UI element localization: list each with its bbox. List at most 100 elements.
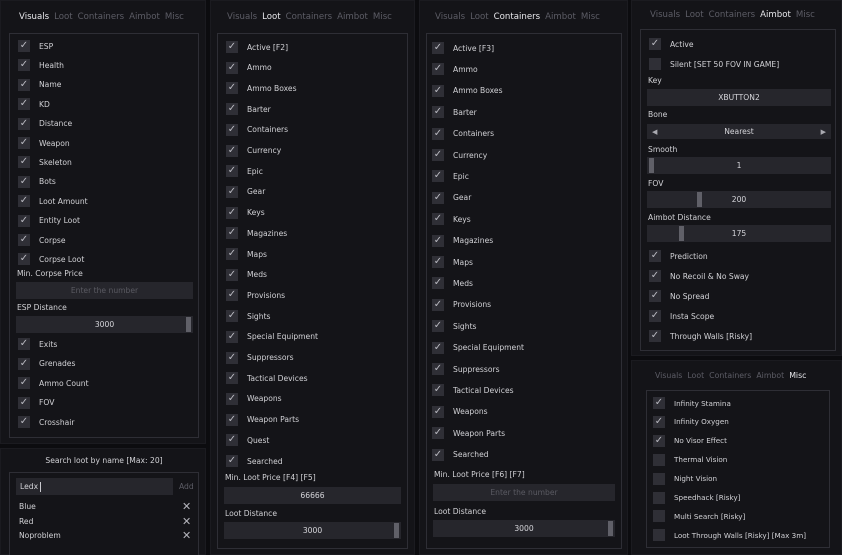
suppressors-checkbox[interactable]: ✓	[432, 363, 444, 375]
misc-list-row-loot-through-walls-risky-max-3m[interactable]: Loot Through Walls [Risky] [Max 3m]	[653, 529, 806, 542]
loot-list-row-meds[interactable]: ✓ Meds	[226, 268, 267, 281]
keys-checkbox[interactable]: ✓	[226, 206, 238, 219]
close-icon[interactable]: ✕	[182, 501, 191, 512]
loot-list-row-provisions[interactable]: ✓ Provisions	[226, 289, 285, 302]
gear-checkbox[interactable]: ✓	[226, 185, 238, 198]
misc-list-row-infinity-stamina[interactable]: ✓ Infinity Stamina	[653, 397, 731, 409]
arrow-right-icon[interactable]: ▶	[821, 124, 826, 139]
loot-list-row-searched[interactable]: ✓ Searched	[226, 455, 283, 467]
close-icon[interactable]: ✕	[182, 530, 191, 541]
loot-through-walls-risky-max-3m-checkbox[interactable]	[653, 529, 665, 542]
sights-checkbox[interactable]: ✓	[432, 320, 444, 333]
min-corpse-price-input[interactable]: Enter the number	[16, 282, 193, 299]
maps-checkbox[interactable]: ✓	[432, 256, 444, 268]
cont-list-row-searched[interactable]: ✓ Searched	[432, 448, 489, 461]
weapon-parts-checkbox[interactable]: ✓	[226, 413, 238, 426]
misc-list-row-thermal-vision[interactable]: Thermal Vision	[653, 453, 727, 466]
tab-misc[interactable]: Misc	[373, 12, 392, 22]
provisions-checkbox[interactable]: ✓	[432, 298, 444, 311]
ammo-count-checkbox[interactable]: ✓	[18, 377, 30, 389]
cont-list-row-meds[interactable]: ✓ Meds	[432, 277, 473, 290]
active-f3-checkbox[interactable]: ✓	[432, 42, 444, 54]
skeleton-checkbox[interactable]: ✓	[18, 156, 30, 169]
gear-checkbox[interactable]: ✓	[432, 191, 444, 204]
tab-aimbot[interactable]: Aimbot	[129, 12, 160, 22]
tab-loot[interactable]: Loot	[470, 12, 489, 22]
misc-list-row-multi-search-risky[interactable]: Multi Search [Risky]	[653, 510, 745, 523]
tab-loot[interactable]: Loot	[687, 371, 704, 380]
cont-list-row-ammo-boxes[interactable]: ✓ Ammo Boxes	[432, 84, 503, 97]
meds-checkbox[interactable]: ✓	[432, 277, 444, 290]
vis-list1-row-weapon[interactable]: ✓ Weapon	[18, 137, 70, 149]
loot-list-row-special-equipment[interactable]: ✓ Special Equipment	[226, 330, 318, 343]
provisions-checkbox[interactable]: ✓	[226, 289, 238, 302]
tab-containers[interactable]: Containers	[286, 12, 332, 22]
misc-list-row-night-vision[interactable]: Night Vision	[653, 472, 717, 485]
insta-scope-checkbox[interactable]: ✓	[649, 310, 661, 323]
esp-distance-slider[interactable]: 3000	[16, 316, 193, 333]
ammo-checkbox[interactable]: ✓	[226, 61, 238, 74]
no-spread-checkbox[interactable]: ✓	[649, 290, 661, 303]
cont-list-row-magazines[interactable]: ✓ Magazines	[432, 234, 493, 247]
silent-aim-checkbox[interactable]	[649, 58, 661, 70]
suppressors-checkbox[interactable]: ✓	[226, 351, 238, 364]
crosshair-checkbox[interactable]: ✓	[18, 416, 30, 428]
vis-list2-row-ammo-count[interactable]: ✓ Ammo Count	[18, 377, 89, 389]
aim-list-row-no-recoil-no-sway[interactable]: ✓ No Recoil & No Sway	[649, 270, 749, 283]
loot-amount-checkbox[interactable]: ✓	[18, 195, 30, 208]
aimbot-distance-handle[interactable]	[679, 226, 684, 241]
cont-list-row-tactical-devices[interactable]: ✓ Tactical Devices	[432, 384, 514, 397]
tab-visuals[interactable]: Visuals	[655, 371, 682, 380]
infinity-stamina-checkbox[interactable]: ✓	[653, 397, 665, 409]
infinity-oxygen-checkbox[interactable]: ✓	[653, 415, 665, 428]
loot-list-row-weapons[interactable]: ✓ Weapons	[226, 392, 282, 405]
weapons-checkbox[interactable]: ✓	[432, 405, 444, 418]
vis-list2-row-grenades[interactable]: ✓ Grenades	[18, 357, 75, 370]
close-icon[interactable]: ✕	[182, 516, 191, 527]
special-equipment-checkbox[interactable]: ✓	[226, 330, 238, 343]
vis-list1-row-name[interactable]: ✓ Name	[18, 78, 61, 91]
corpse-loot-checkbox[interactable]: ✓	[18, 253, 30, 266]
name-checkbox[interactable]: ✓	[18, 78, 30, 91]
cont-list-row-weapon-parts[interactable]: ✓ Weapon Parts	[432, 427, 505, 440]
fov-checkbox[interactable]: ✓	[18, 396, 30, 409]
misc-list-row-no-visor-effect[interactable]: ✓ No Visor Effect	[653, 434, 727, 447]
weapons-checkbox[interactable]: ✓	[226, 392, 238, 405]
fov-handle[interactable]	[697, 192, 702, 207]
tab-containers[interactable]: Containers	[494, 12, 540, 22]
meds-checkbox[interactable]: ✓	[226, 268, 238, 281]
cont-list-row-special-equipment[interactable]: ✓ Special Equipment	[432, 341, 524, 354]
distance-checkbox[interactable]: ✓	[18, 117, 30, 130]
tab-visuals[interactable]: Visuals	[650, 10, 680, 20]
loot-list-row-magazines[interactable]: ✓ Magazines	[226, 227, 287, 240]
cont-list-row-keys[interactable]: ✓ Keys	[432, 213, 471, 226]
esp-distance-handle[interactable]	[186, 317, 191, 332]
barter-checkbox[interactable]: ✓	[226, 103, 238, 116]
epic-checkbox[interactable]: ✓	[432, 170, 444, 183]
cont-list-row-currency[interactable]: ✓ Currency	[432, 149, 487, 161]
no-recoil-no-sway-checkbox[interactable]: ✓	[649, 270, 661, 283]
tab-visuals[interactable]: Visuals	[435, 12, 465, 22]
speedhack-risky-checkbox[interactable]	[653, 491, 665, 504]
sights-checkbox[interactable]: ✓	[226, 310, 238, 323]
vis-list1-row-esp[interactable]: ✓ ESP	[18, 40, 53, 52]
loot-list-row-suppressors[interactable]: ✓ Suppressors	[226, 351, 294, 364]
cont-list-row-epic[interactable]: ✓ Epic	[432, 170, 469, 183]
tab-misc[interactable]: Misc	[796, 10, 815, 20]
containers-loot-distance-slider[interactable]: 3000	[433, 520, 615, 537]
tab-visuals[interactable]: Visuals	[19, 12, 49, 22]
vis-list1-row-corpse-loot[interactable]: ✓ Corpse Loot	[18, 253, 84, 266]
quest-checkbox[interactable]: ✓	[226, 434, 238, 447]
loot-distance-slider[interactable]: 3000	[224, 522, 401, 539]
loot-list-row-currency[interactable]: ✓ Currency	[226, 144, 281, 157]
keys-checkbox[interactable]: ✓	[432, 213, 444, 226]
grenades-checkbox[interactable]: ✓	[18, 357, 30, 370]
tab-misc[interactable]: Misc	[165, 12, 184, 22]
arrow-left-icon[interactable]: ◀	[652, 124, 657, 139]
tactical-devices-checkbox[interactable]: ✓	[432, 384, 444, 397]
tab-containers[interactable]: Containers	[709, 371, 751, 380]
bone-selector[interactable]: ◀ Nearest ▶	[647, 124, 831, 139]
vis-list1-row-loot-amount[interactable]: ✓ Loot Amount	[18, 195, 88, 208]
weapon-parts-checkbox[interactable]: ✓	[432, 427, 444, 440]
misc-list-row-speedhack-risky[interactable]: Speedhack [Risky]	[653, 491, 740, 504]
